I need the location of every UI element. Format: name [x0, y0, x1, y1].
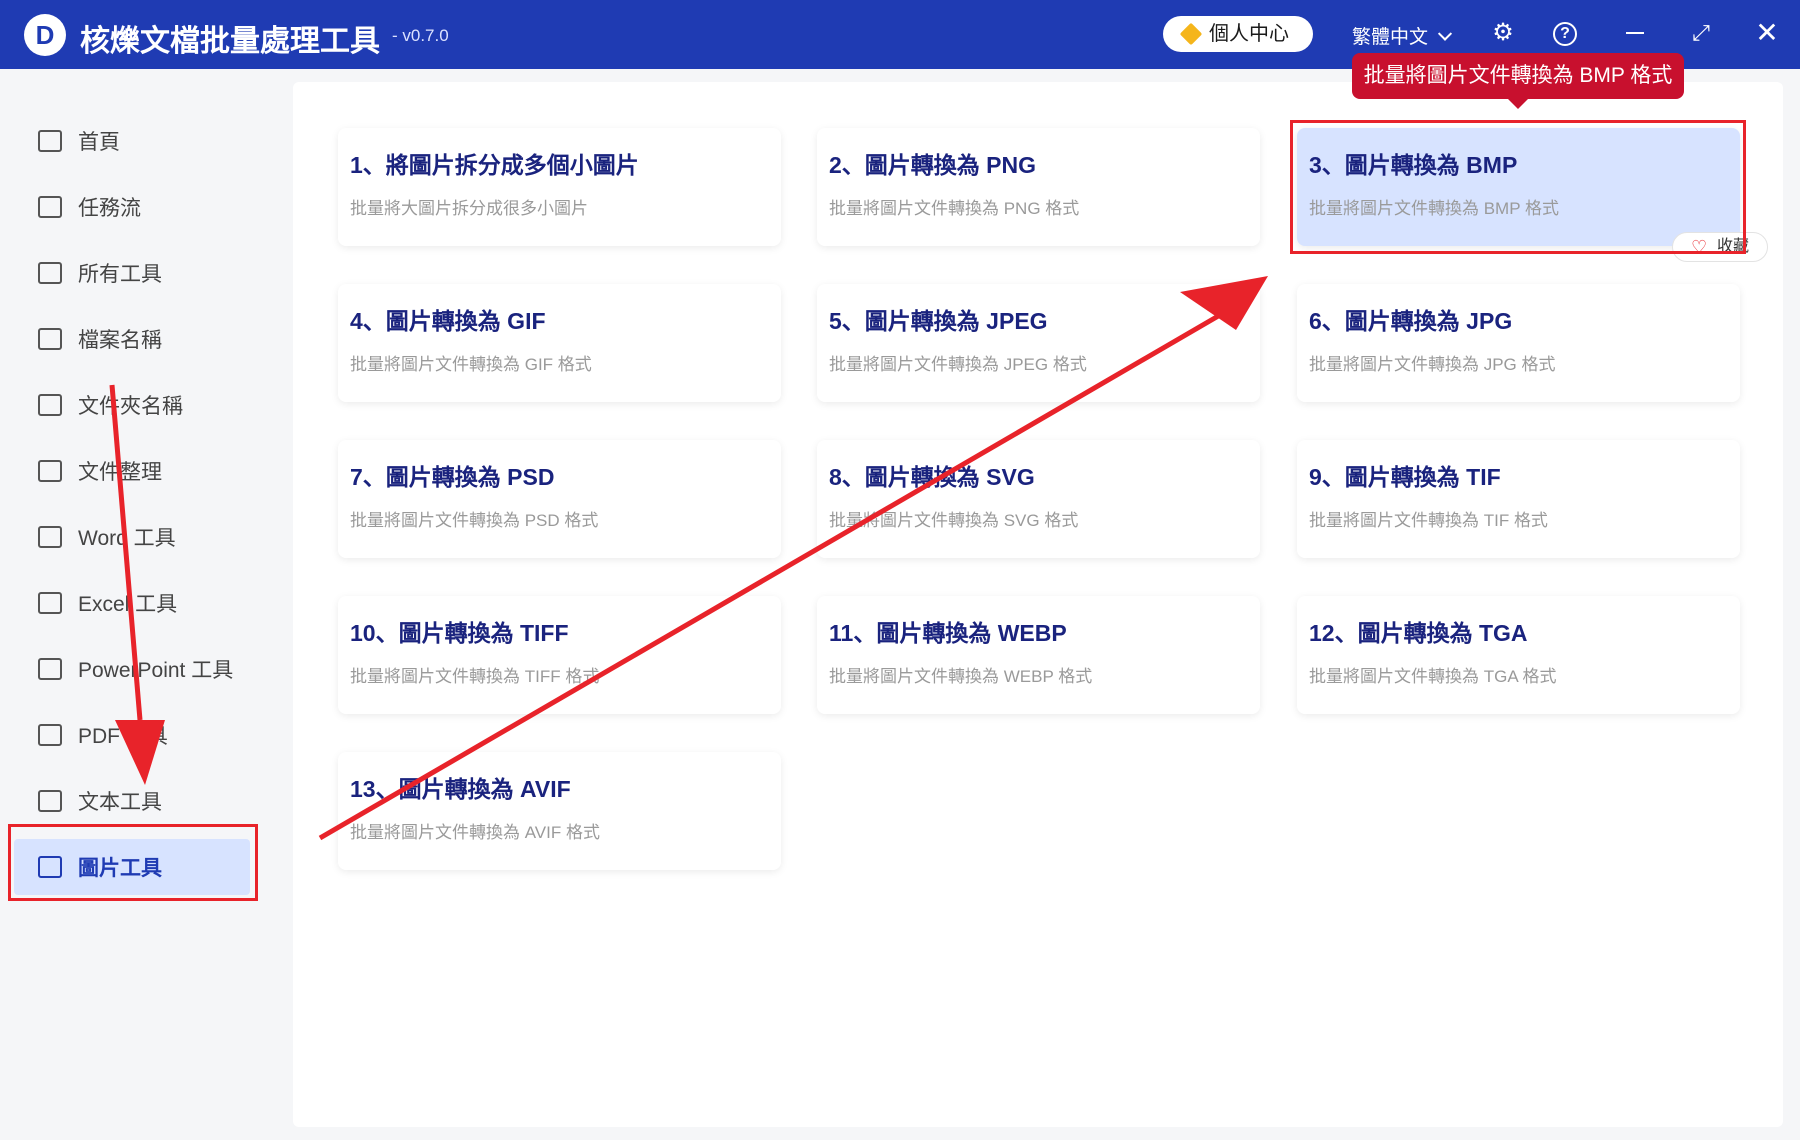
tool-card[interactable]: 5、圖片轉換為 JPEG 批量將圖片文件轉換為 JPEG 格式 [817, 284, 1260, 402]
sidebar-item-label: 檔案名稱 [78, 329, 162, 352]
card-title: 4、圖片轉換為 GIF [350, 308, 546, 334]
card-description: 批量將圖片文件轉換為 SVG 格式 [829, 511, 1079, 530]
minimize-icon[interactable] [1620, 18, 1650, 48]
language-select[interactable]: 繁體中文 [1352, 22, 1453, 49]
sidebar-item[interactable]: 檔案名稱 [14, 311, 250, 367]
help-icon[interactable]: ? [1553, 22, 1577, 46]
sidebar-item[interactable]: 所有工具 [14, 245, 250, 301]
sidebar: 首頁任務流所有工具檔案名稱文件夾名稱文件整理 Word 工具 Excel 工具 Pow… [0, 69, 253, 1140]
card-title: 13、圖片轉換為 AVIF [350, 776, 571, 802]
card-title: 6、圖片轉換為 JPG [1309, 308, 1513, 334]
card-title: 8、圖片轉換為 SVG [829, 464, 1035, 490]
sidebar-item-label: 文本工具 [78, 791, 162, 814]
card-description: 批量將圖片文件轉換為 TGA 格式 [1309, 667, 1557, 686]
monitor-icon [38, 262, 62, 284]
tool-card[interactable]: 13、圖片轉換為 AVIF 批量將圖片文件轉換為 AVIF 格式 [338, 752, 781, 870]
card-title: 2、圖片轉換為 PNG [829, 152, 1037, 178]
organize-icon [38, 460, 62, 482]
card-title: 1、將圖片拆分成多個小圖片 [350, 152, 639, 178]
chevron-down-icon [1437, 26, 1453, 41]
sidebar-item-label: 首頁 [78, 131, 120, 154]
gear-icon[interactable]: ⚙ [1488, 18, 1518, 48]
card-title: 12、圖片轉換為 TGA [1309, 620, 1528, 646]
card-description: 批量將圖片文件轉換為 TIFF 格式 [350, 667, 600, 686]
tool-card[interactable]: 10、圖片轉換為 TIFF 批量將圖片文件轉換為 TIFF 格式 [338, 596, 781, 714]
highlight-image-tool [8, 824, 258, 901]
sidebar-item-label: PDF 工具 [78, 725, 168, 748]
folder-icon [38, 394, 62, 416]
tool-card[interactable]: 12、圖片轉換為 TGA 批量將圖片文件轉換為 TGA 格式 [1297, 596, 1740, 714]
tool-card[interactable]: 6、圖片轉換為 JPG 批量將圖片文件轉換為 JPG 格式 [1297, 284, 1740, 402]
card-description: 批量將圖片文件轉換為 PNG 格式 [829, 199, 1080, 218]
card-description: 批量將圖片文件轉換為 JPEG 格式 [829, 355, 1087, 374]
sidebar-item[interactable]: 文件整理 [14, 443, 250, 499]
app-logo-icon: D [24, 14, 66, 56]
sidebar-item-label: 任務流 [78, 197, 141, 220]
diamond-icon [1179, 22, 1203, 46]
card-description: 批量將圖片文件轉換為 JPG 格式 [1309, 355, 1556, 374]
pdf-icon [38, 724, 62, 746]
user-center-button[interactable]: 個人中心 [1163, 16, 1313, 52]
card-description: 批量將圖片文件轉換為 WEBP 格式 [829, 667, 1093, 686]
sidebar-item[interactable]: PowerPoint 工具 [14, 641, 250, 697]
card-description: 批量將圖片文件轉換為 GIF 格式 [350, 355, 592, 374]
sidebar-item-label: 文件整理 [78, 461, 162, 484]
sidebar-item[interactable]: PDF 工具 [14, 707, 250, 763]
tool-card[interactable]: 2、圖片轉換為 PNG 批量將圖片文件轉換為 PNG 格式 [817, 128, 1260, 246]
sidebar-item[interactable]: Excel 工具 [14, 575, 250, 631]
sidebar-item[interactable]: Word 工具 [14, 509, 250, 565]
card-title: 5、圖片轉換為 JPEG [829, 308, 1048, 334]
app-version: - v0.7.0 [392, 26, 449, 45]
text-icon [38, 790, 62, 812]
sidebar-item[interactable]: 文本工具 [14, 773, 250, 829]
sidebar-item-label: Excel 工具 [78, 593, 178, 616]
highlight-bmp-card [1290, 120, 1746, 254]
word-icon [38, 526, 62, 548]
card-title: 11、圖片轉換為 WEBP [829, 620, 1067, 646]
tool-card[interactable]: 9、圖片轉換為 TIF 批量將圖片文件轉換為 TIF 格式 [1297, 440, 1740, 558]
tool-card[interactable]: 8、圖片轉換為 SVG 批量將圖片文件轉換為 SVG 格式 [817, 440, 1260, 558]
tool-card[interactable]: 4、圖片轉換為 GIF 批量將圖片文件轉換為 GIF 格式 [338, 284, 781, 402]
sidebar-item-label: 文件夾名稱 [78, 395, 183, 418]
maximize-icon[interactable]: ⤢ [1686, 18, 1716, 48]
sidebar-item[interactable]: 首頁 [14, 113, 250, 169]
card-description: 批量將圖片文件轉換為 PSD 格式 [350, 511, 599, 530]
card-title: 9、圖片轉換為 TIF [1309, 464, 1501, 490]
tool-card[interactable]: 11、圖片轉換為 WEBP 批量將圖片文件轉換為 WEBP 格式 [817, 596, 1260, 714]
home-icon [38, 130, 62, 152]
sidebar-item-label: PowerPoint 工具 [78, 659, 234, 682]
tooltip: 批量將圖片文件轉換為 BMP 格式 [1352, 53, 1684, 109]
card-description: 批量將圖片文件轉換為 TIF 格式 [1309, 511, 1548, 530]
app-title: 核爍文檔批量處理工具 [80, 25, 380, 58]
sidebar-item-label: Word 工具 [78, 527, 176, 550]
close-icon[interactable]: ✕ [1752, 18, 1782, 48]
powerpoint-icon [38, 658, 62, 680]
sidebar-item[interactable]: 文件夾名稱 [14, 377, 250, 433]
workflow-icon [38, 196, 62, 218]
tool-card[interactable]: 7、圖片轉換為 PSD 批量將圖片文件轉換為 PSD 格式 [338, 440, 781, 558]
card-title: 10、圖片轉換為 TIFF [350, 620, 569, 646]
sidebar-item-label: 所有工具 [78, 263, 162, 286]
card-title: 7、圖片轉換為 PSD [350, 464, 555, 490]
tool-card[interactable]: 1、將圖片拆分成多個小圖片批量將大圖片拆分成很多小圖片 [338, 128, 781, 246]
file-name-icon [38, 328, 62, 350]
card-description: 批量將圖片文件轉換為 AVIF 格式 [350, 823, 600, 842]
sidebar-item[interactable]: 任務流 [14, 179, 250, 235]
user-center-label: 個人中心 [1209, 23, 1289, 45]
language-label: 繁體中文 [1352, 27, 1429, 48]
excel-icon [38, 592, 62, 614]
card-description: 批量將大圖片拆分成很多小圖片 [350, 199, 588, 218]
